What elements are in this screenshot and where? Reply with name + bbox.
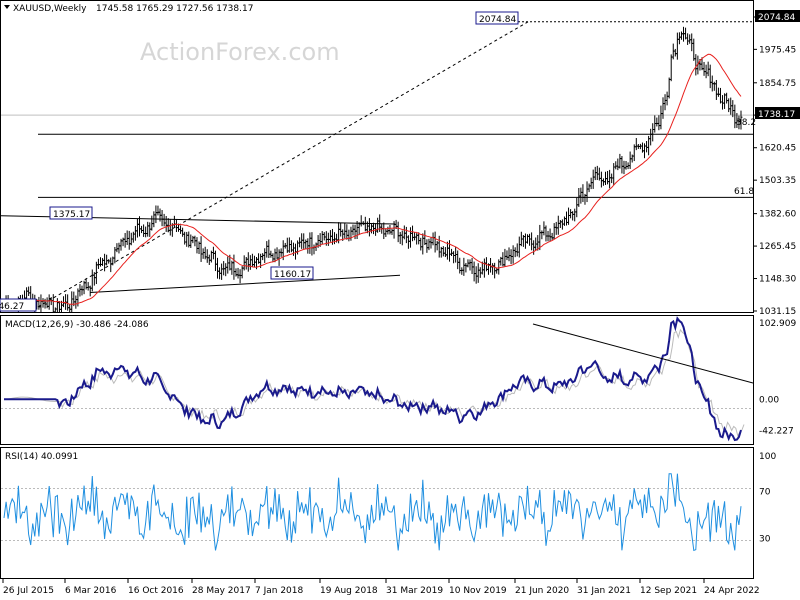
rsi-pane-frame (0, 447, 754, 579)
macd-axis-label: -42.227 (759, 427, 794, 437)
lower-channel-line (89, 274, 401, 293)
peak-axis-label: 2074.84 (758, 13, 795, 23)
price-axis-label: 1148.30 (759, 275, 796, 285)
macd-axis-label: 0.00 (759, 395, 779, 405)
price-axis-label: 1382.60 (759, 210, 796, 220)
price-pane-frame (0, 0, 754, 313)
rsi-axis-label: 100 (759, 452, 776, 462)
macd-trend-line (532, 323, 753, 384)
fib-618-label: 61.8 (734, 187, 754, 197)
rsi-axis-label: 30 (759, 535, 771, 545)
mid-high-label: 1375.17 (53, 210, 90, 220)
rsi-line (3, 473, 742, 552)
time-axis-label: 24 Apr 2022 (704, 586, 760, 596)
price-plot (1, 21, 753, 312)
macd-axis: 102.909 0.00 -42.227 (759, 319, 796, 436)
price-axis-label: 1854.75 (759, 79, 796, 89)
time-axis-label: 26 Jul 2015 (3, 586, 54, 596)
rsi-axis-label: 70 (759, 487, 771, 497)
price-axis-label: 1031.15 (759, 307, 796, 317)
ohlc-label: 1745.58 1765.29 1727.56 1738.17 (96, 4, 253, 14)
macd-signal-line (6, 328, 745, 438)
time-axis-label: 28 May 2017 (192, 586, 251, 596)
time-axis-label: 10 Nov 2019 (449, 586, 507, 596)
time-axis-label: 12 Sep 2021 (640, 586, 697, 596)
time-axis-label: 19 Aug 2018 (320, 586, 378, 596)
macd-plot (1, 316, 753, 442)
last-price-label: 1738.17 (758, 110, 795, 120)
time-axis: 26 Jul 2015 6 Mar 2016 16 Oct 2016 28 May 2… (2, 578, 760, 596)
symbol-label: XAUUSD,Weekly (13, 4, 87, 14)
time-axis-label: 31 Mar 2019 (386, 586, 443, 596)
watermark: ActionForex.com (140, 38, 340, 66)
price-axis-label: 1620.45 (759, 144, 796, 154)
start-low-label: 1046.27 (0, 302, 24, 312)
fib-382-label: 38.2 (736, 118, 756, 128)
time-axis-label: 16 Oct 2016 (128, 586, 184, 596)
price-axis-label: 1265.45 (759, 242, 796, 252)
time-axis-label: 7 Jan 2018 (255, 586, 303, 596)
mid-low-label: 1160.17 (274, 270, 311, 280)
macd-axis-label: 102.909 (759, 319, 796, 329)
rsi-axis: 100 70 30 (759, 452, 776, 545)
price-axis-label: 1975.45 (759, 45, 796, 55)
collapse-triangle-icon[interactable] (4, 5, 10, 9)
peak-label: 2074.84 (479, 15, 516, 25)
time-axis-label: 31 Jan 2021 (577, 586, 631, 596)
macd-label: MACD(12,26,9) -30.486 -24.086 (5, 320, 149, 330)
rsi-plot (1, 473, 753, 552)
macd-main-line (4, 316, 742, 442)
price-axis-label: 1503.35 (759, 176, 796, 186)
rsi-label: RSI(14) 40.0991 (5, 452, 78, 462)
time-axis-label: 6 Mar 2016 (65, 586, 117, 596)
price-axis: 2092.201975.451854.751738.171620.451503.… (753, 13, 796, 317)
chart-canvas: ActionForex.com XAUUSD,Weekly 1745.58 17… (0, 0, 800, 596)
time-axis-label: 21 Jun 2020 (515, 586, 569, 596)
moving-average-line (3, 53, 742, 305)
